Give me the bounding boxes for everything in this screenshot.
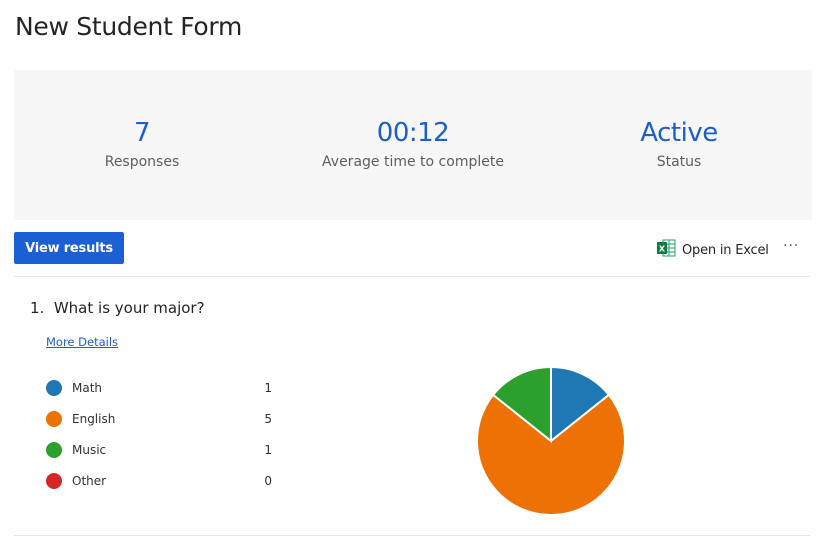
legend-label: Music xyxy=(72,443,107,457)
legend-item-english: English 5 xyxy=(46,409,276,429)
legend-swatch xyxy=(46,473,62,489)
stat-status: Active Status xyxy=(549,118,809,170)
page-title: New Student Form xyxy=(15,12,243,41)
legend-count: 1 xyxy=(264,381,272,395)
stat-responses: 7 Responses xyxy=(12,118,272,170)
divider-top xyxy=(14,276,810,277)
stat-average-time-label: Average time to complete xyxy=(322,154,504,170)
stat-status-label: Status xyxy=(656,154,702,170)
legend-label: Other xyxy=(72,474,107,488)
svg-text:X: X xyxy=(659,245,666,254)
legend-count: 5 xyxy=(264,412,272,426)
stat-average-time: 00:12 Average time to complete xyxy=(283,118,543,170)
stat-responses-label: Responses xyxy=(104,154,180,170)
legend-count: 1 xyxy=(264,443,272,457)
open-in-excel-label: Open in Excel xyxy=(682,242,769,258)
legend-swatch xyxy=(46,411,62,427)
more-options-icon[interactable]: ··· xyxy=(783,238,799,254)
legend-swatch xyxy=(46,380,62,396)
more-details-link[interactable]: More Details xyxy=(46,335,118,349)
stat-status-value: Active xyxy=(640,118,718,148)
stat-responses-value: 7 xyxy=(133,118,151,148)
divider-bottom xyxy=(14,535,810,536)
excel-icon: X xyxy=(656,238,676,262)
legend-label: English xyxy=(72,412,116,426)
legend-count: 0 xyxy=(264,474,272,488)
view-results-button[interactable]: View results xyxy=(14,232,124,264)
legend-label: Math xyxy=(72,381,103,395)
legend-item-other: Other 0 xyxy=(46,471,276,491)
legend-item-math: Math 1 xyxy=(46,378,276,398)
legend-item-music: Music 1 xyxy=(46,440,276,460)
stat-average-time-value: 00:12 xyxy=(376,118,450,148)
question-title: 1. What is your major? xyxy=(30,299,205,317)
legend-swatch xyxy=(46,442,62,458)
open-in-excel-button[interactable]: X Open in Excel xyxy=(656,238,769,262)
pie-chart xyxy=(476,365,626,516)
summary-panel: 7 Responses 00:12 Average time to comple… xyxy=(14,70,812,220)
